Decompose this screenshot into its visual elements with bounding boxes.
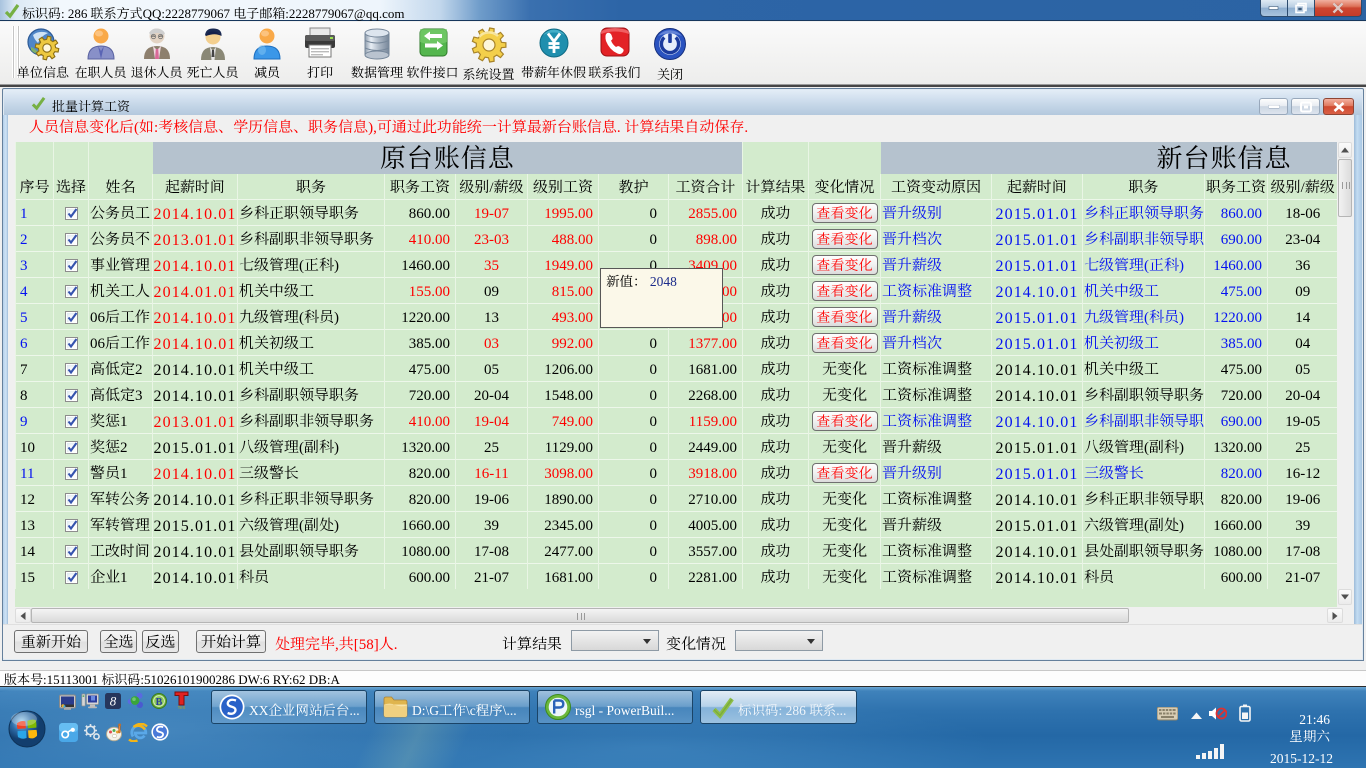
svg-text:TeX: TeX [178, 705, 186, 710]
svg-text:8: 8 [110, 694, 117, 709]
svg-text:B: B [156, 697, 163, 708]
